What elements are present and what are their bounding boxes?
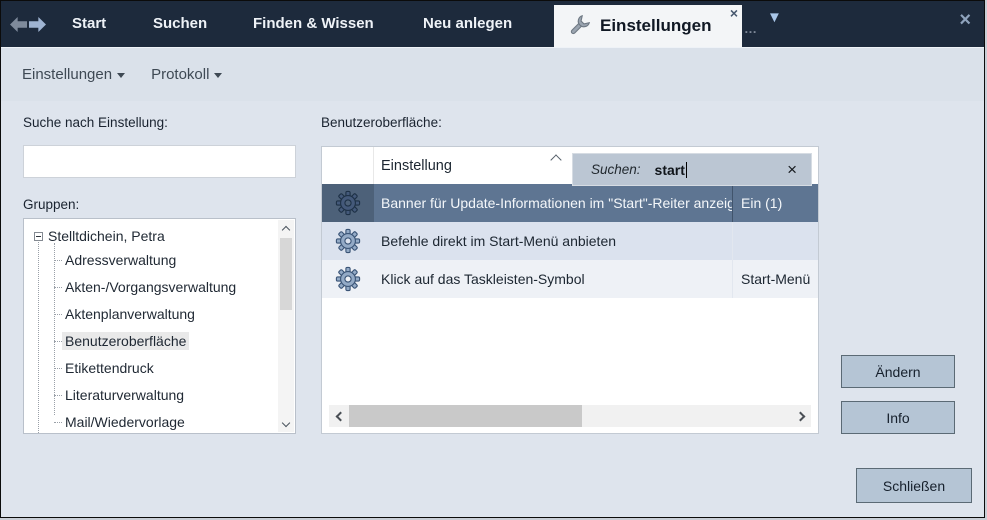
menu-protokoll-label: Protokoll [151,66,209,83]
tree-item-label: Akten-/Vorgangsverwaltung [62,278,239,296]
table-row-befehle-startmenu[interactable]: Befehle direkt im Start-Menü anbieten [322,222,818,260]
tree-item-benutzeroberflaeche[interactable]: Benutzeroberfläche [24,328,295,355]
setting-name: Banner für Update-Informationen im "Star… [374,184,732,222]
sort-ascending-icon [550,154,561,165]
forward-icon[interactable] [29,17,46,32]
gear-icon [322,184,374,222]
menu-protokoll[interactable]: Protokoll [151,66,222,83]
tree-scrollbar[interactable] [278,220,294,432]
settings-window: Start Suchen Finden & Wissen Neu anlegen… [0,0,985,518]
info-button[interactable]: Info [841,401,955,434]
tree-item-literaturverwaltung[interactable]: Literaturverwaltung [24,382,295,409]
tree-item-label: Mail/Wiedervorlage [62,413,188,431]
table-scrollbar-thumb[interactable] [349,405,582,427]
search-clear-icon[interactable]: × [787,161,797,178]
collapse-icon[interactable] [34,232,43,241]
wrench-icon [566,13,592,39]
scroll-up-icon[interactable] [278,220,294,236]
chevron-down-icon [214,73,222,78]
table-title: Benutzeroberfläche: [321,115,442,130]
groups-label: Gruppen: [23,197,79,212]
tree-item-label: Aktenplanverwaltung [62,305,198,323]
tree-scrollbar-thumb[interactable] [280,238,292,310]
menu-bar: Einstellungen Protokoll [1,47,984,101]
scroll-right-icon[interactable] [791,405,811,427]
search-setting-label: Suche nach Einstellung: [23,115,168,130]
scroll-left-icon[interactable] [329,405,349,427]
tree-item-akten-vorgangsverwaltung[interactable]: Akten-/Vorgangsverwaltung [24,274,295,301]
setting-name: Befehle direkt im Start-Menü anbieten [374,222,732,260]
change-button[interactable]: Ändern [841,355,955,388]
tree-item-label: Etikettendruck [62,359,157,377]
text-cursor [686,162,687,178]
tree-item-aktenplanverwaltung[interactable]: Aktenplanverwaltung [24,301,295,328]
tab-einstellungen[interactable]: Einstellungen × [554,5,742,47]
scroll-down-icon[interactable] [278,416,294,432]
column-header-einstellung[interactable]: Einstellung [381,158,452,174]
table-row-klick-taskleiste[interactable]: Klick auf das Taskleisten-Symbol Start-M… [322,260,818,298]
table-horizontal-scrollbar[interactable] [329,405,811,427]
tab-suchen[interactable]: Suchen [153,1,207,47]
back-icon[interactable] [10,17,27,32]
icon-column-spacer [322,147,374,184]
close-button[interactable]: Schließen [856,468,972,503]
tree-item-label: Literaturverwaltung [62,386,187,404]
table-row-banner-update[interactable]: Banner für Update-Informationen im "Star… [322,184,818,222]
tab-start[interactable]: Start [72,1,106,47]
setting-value: Ein (1) [732,184,818,222]
setting-value: Start-Menü [732,260,818,298]
menu-einstellungen[interactable]: Einstellungen [22,66,125,83]
tab-overflow-icon[interactable]: … [744,21,758,36]
search-setting-input[interactable] [23,145,296,178]
tree-item-label: Benutzeroberfläche [62,332,189,350]
tree-item-etikettendruck[interactable]: Etikettendruck [24,355,295,382]
setting-value [732,222,818,260]
menu-einstellungen-label: Einstellungen [22,66,112,83]
tab-einstellungen-label: Einstellungen [600,16,711,36]
settings-table: Einstellung Suchen: start × Banner für U… [321,146,819,434]
tree-item-label: Adressverwaltung [62,251,179,269]
tree-root-item[interactable]: Stelltdichein, Petra [24,225,165,247]
tab-list-dropdown-icon[interactable]: ▼ [767,9,782,26]
table-search-value[interactable]: start [655,162,685,178]
table-search-box[interactable]: Suchen: start × [572,153,812,186]
tab-close-icon[interactable]: × [730,4,738,22]
groups-tree: Stelltdichein, Petra Adressverwaltung Ak… [23,218,296,434]
setting-name: Klick auf das Taskleisten-Symbol [374,260,732,298]
content-area: Suche nach Einstellung: Gruppen: Stelltd… [1,101,984,518]
tab-neu-anlegen[interactable]: Neu anlegen [423,1,512,47]
gear-icon [322,222,374,260]
tab-bar: Start Suchen Finden & Wissen Neu anlegen… [1,1,984,47]
window-close-icon[interactable]: × [959,9,971,32]
tab-finden-wissen[interactable]: Finden & Wissen [253,1,374,47]
tree-item-adressverwaltung[interactable]: Adressverwaltung [24,247,295,274]
tree-root-label: Stelltdichein, Petra [48,228,165,244]
gear-icon [322,260,374,298]
chevron-down-icon [117,73,125,78]
table-search-label: Suchen: [591,162,641,177]
tree-item-mail-wiedervorlage[interactable]: Mail/Wiedervorlage [24,409,295,434]
